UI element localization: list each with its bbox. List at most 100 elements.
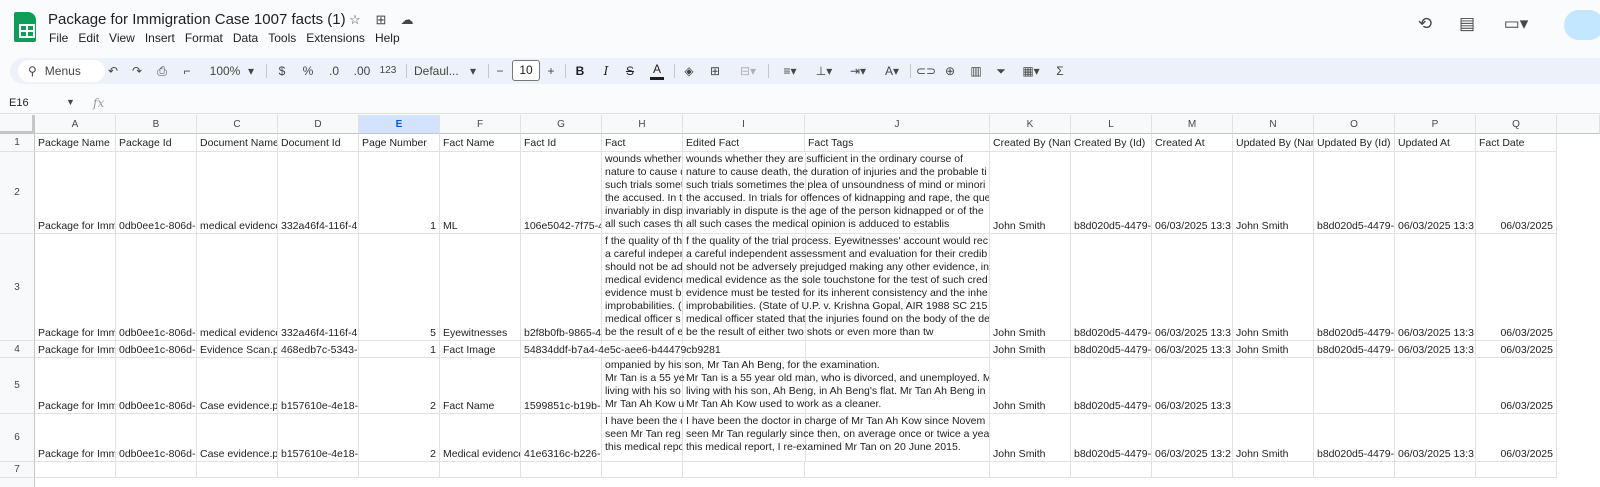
header-cell[interactable]: Fact Name bbox=[440, 134, 521, 152]
cell-updated-by-id[interactable]: b8d020d5-4479- bbox=[1314, 152, 1395, 234]
header-cell[interactable]: Created By (Name) bbox=[990, 134, 1071, 152]
empty-cell[interactable] bbox=[1233, 462, 1314, 478]
cell-document-name[interactable]: Case evidence.p bbox=[197, 358, 278, 414]
empty-cell[interactable] bbox=[197, 462, 278, 478]
decrease-decimal-button[interactable]: .0 bbox=[326, 62, 342, 80]
header-cell[interactable]: Edited Fact bbox=[683, 134, 805, 152]
increase-font-size-button[interactable]: + bbox=[545, 62, 557, 80]
empty-cell[interactable] bbox=[1395, 462, 1476, 478]
menu-edit[interactable]: Edit bbox=[73, 31, 104, 45]
functions-button[interactable]: Σ bbox=[1054, 62, 1066, 80]
borders-icon[interactable]: ⊞ bbox=[708, 62, 722, 80]
column-header-j[interactable]: J bbox=[805, 115, 990, 134]
cell-fact-name[interactable]: Fact Name bbox=[440, 358, 521, 414]
menus-search[interactable]: ⚲ Menus bbox=[18, 60, 105, 82]
cell-fact[interactable]: f the quality of th a careful indepen sh… bbox=[602, 234, 683, 341]
name-box[interactable]: E16 bbox=[9, 97, 29, 109]
italic-button[interactable]: I bbox=[600, 62, 612, 80]
column-header-q[interactable]: Q bbox=[1476, 115, 1557, 134]
redo-icon[interactable]: ↷ bbox=[130, 62, 144, 80]
column-header-g[interactable]: G bbox=[521, 115, 602, 134]
text-rotation-icon[interactable]: A▾ bbox=[880, 62, 904, 80]
column-header-h[interactable]: H bbox=[602, 115, 683, 134]
column-header-f[interactable]: F bbox=[440, 115, 521, 134]
cell-created-by-name[interactable]: John Smith bbox=[990, 358, 1071, 414]
cell-updated-by-name[interactable]: John Smith bbox=[1233, 234, 1314, 341]
cell-created-at[interactable]: 06/03/2025 13:3 bbox=[1152, 358, 1233, 414]
cloud-status-icon[interactable]: ☁ bbox=[398, 12, 416, 28]
header-cell[interactable]: Package Name bbox=[35, 134, 116, 152]
history-icon[interactable]: ⟲ bbox=[1414, 14, 1436, 34]
cell-updated-at[interactable]: 06/03/2025 13:3 bbox=[1395, 414, 1476, 462]
empty-cell[interactable] bbox=[359, 462, 440, 478]
header-cell[interactable]: Page Number bbox=[359, 134, 440, 152]
comment-icon[interactable]: ▤ bbox=[1456, 14, 1478, 34]
cell-created-by-id[interactable]: b8d020d5-4479- bbox=[1071, 341, 1152, 358]
cell-document-name[interactable]: Case evidence.p bbox=[197, 414, 278, 462]
cell-updated-by-id[interactable]: b8d020d5-4479- bbox=[1314, 234, 1395, 341]
cell-updated-by-name[interactable]: John Smith bbox=[1233, 341, 1314, 358]
insert-chart-icon[interactable]: ▥ bbox=[968, 62, 984, 80]
cell-created-at[interactable]: 06/03/2025 13:3 bbox=[1152, 152, 1233, 234]
cell-page-number[interactable]: 1 bbox=[359, 341, 440, 358]
undo-icon[interactable]: ↶ bbox=[106, 62, 120, 80]
cell-fact[interactable]: wounds whether nature to cause d such tr… bbox=[602, 152, 683, 234]
cell-created-by-name[interactable]: John Smith bbox=[990, 152, 1071, 234]
cell-package-name[interactable]: Package for Immigration Case 1007 bbox=[35, 152, 116, 234]
cell-edited-fact[interactable]: I have been the doctor in charge of Mr T… bbox=[683, 414, 990, 462]
cell-fact[interactable]: I have been the d seen Mr Tan reg this m… bbox=[602, 414, 683, 462]
zoom-chevron-down-icon[interactable]: ▾ bbox=[246, 62, 256, 80]
empty-cell[interactable] bbox=[1314, 462, 1395, 478]
filter-icon[interactable]: ⏷ bbox=[994, 62, 1008, 80]
cell-package-name[interactable]: Package for Immigration Case 1007 bbox=[35, 414, 116, 462]
text-color-button[interactable]: A bbox=[650, 62, 664, 80]
merge-cells-icon[interactable]: ⊟▾ bbox=[736, 62, 760, 80]
cell-updated-by-id[interactable] bbox=[1314, 358, 1395, 414]
horizontal-align-icon[interactable]: ≡▾ bbox=[778, 62, 802, 80]
column-header-e[interactable]: E bbox=[359, 115, 440, 134]
cell-updated-by-id[interactable]: b8d020d5-4479- bbox=[1314, 341, 1395, 358]
header-cell[interactable]: Document Name bbox=[197, 134, 278, 152]
cell-package-id[interactable]: 0db0ee1c-806d- bbox=[116, 414, 197, 462]
cell-document-id[interactable]: b157610e-4e18- bbox=[278, 358, 359, 414]
print-icon[interactable]: ⎙ bbox=[154, 62, 170, 80]
header-cell[interactable]: Fact Id bbox=[521, 134, 602, 152]
cell-document-id[interactable]: 332a46f4-116f-4 bbox=[278, 152, 359, 234]
cell-created-by-name[interactable]: John Smith bbox=[990, 234, 1071, 341]
cell-fact-name[interactable]: Eyewitnesses bbox=[440, 234, 521, 341]
cell-package-id[interactable]: 0db0ee1c-806d- bbox=[116, 341, 197, 358]
empty-cell[interactable] bbox=[602, 462, 683, 478]
font-family-select[interactable]: Defaul... bbox=[414, 62, 464, 80]
cell-fact-date[interactable]: 06/03/2025 bbox=[1476, 414, 1557, 462]
empty-cell[interactable] bbox=[521, 462, 602, 478]
cell-fact-date[interactable]: 06/03/2025 bbox=[1476, 358, 1557, 414]
font-size-input[interactable]: 10 bbox=[512, 60, 540, 81]
row-header-5[interactable]: 5 bbox=[0, 358, 35, 414]
empty-cell[interactable] bbox=[116, 462, 197, 478]
column-header-c[interactable]: C bbox=[197, 115, 278, 134]
cell-fact-date[interactable]: 06/03/2025 bbox=[1476, 341, 1557, 358]
cell-document-name[interactable]: Evidence Scan.p bbox=[197, 341, 278, 358]
text-wrapping-icon[interactable]: ⇥▾ bbox=[846, 62, 870, 80]
cell-document-name[interactable]: medical evidence bbox=[197, 152, 278, 234]
cell-updated-at[interactable]: 06/03/2025 13:3 bbox=[1395, 341, 1476, 358]
menu-insert[interactable]: Insert bbox=[140, 31, 180, 45]
cell-fact-date[interactable]: 06/03/2025 bbox=[1476, 152, 1557, 234]
cell-updated-by-name[interactable]: John Smith bbox=[1233, 152, 1314, 234]
cell-fact-id[interactable]: 41e6316c-b226- bbox=[521, 414, 602, 462]
column-header-a[interactable]: A bbox=[35, 115, 116, 134]
percent-format-button[interactable]: % bbox=[302, 62, 314, 80]
empty-cell[interactable] bbox=[1071, 462, 1152, 478]
cell-updated-by-name[interactable] bbox=[1233, 358, 1314, 414]
cell-package-id[interactable]: 0db0ee1c-806d- bbox=[116, 358, 197, 414]
cell-created-by-id[interactable]: b8d020d5-4479- bbox=[1071, 414, 1152, 462]
zoom-select[interactable]: 100% bbox=[208, 62, 242, 80]
move-folder-icon[interactable]: ⊞ bbox=[372, 12, 390, 28]
cell-fact-name[interactable]: Fact Image bbox=[440, 341, 521, 358]
cell-fact-id[interactable]: 54834ddf-b7a4-4e5c-aee6-b44479cb9281 bbox=[521, 341, 721, 358]
cell-created-by-id[interactable]: b8d020d5-4479- bbox=[1071, 358, 1152, 414]
currency-format-button[interactable]: $ bbox=[276, 62, 288, 80]
cell-fact-name[interactable]: ML bbox=[440, 152, 521, 234]
cell-created-by-name[interactable]: John Smith bbox=[990, 341, 1071, 358]
fill-color-icon[interactable]: ◈ bbox=[682, 62, 696, 80]
